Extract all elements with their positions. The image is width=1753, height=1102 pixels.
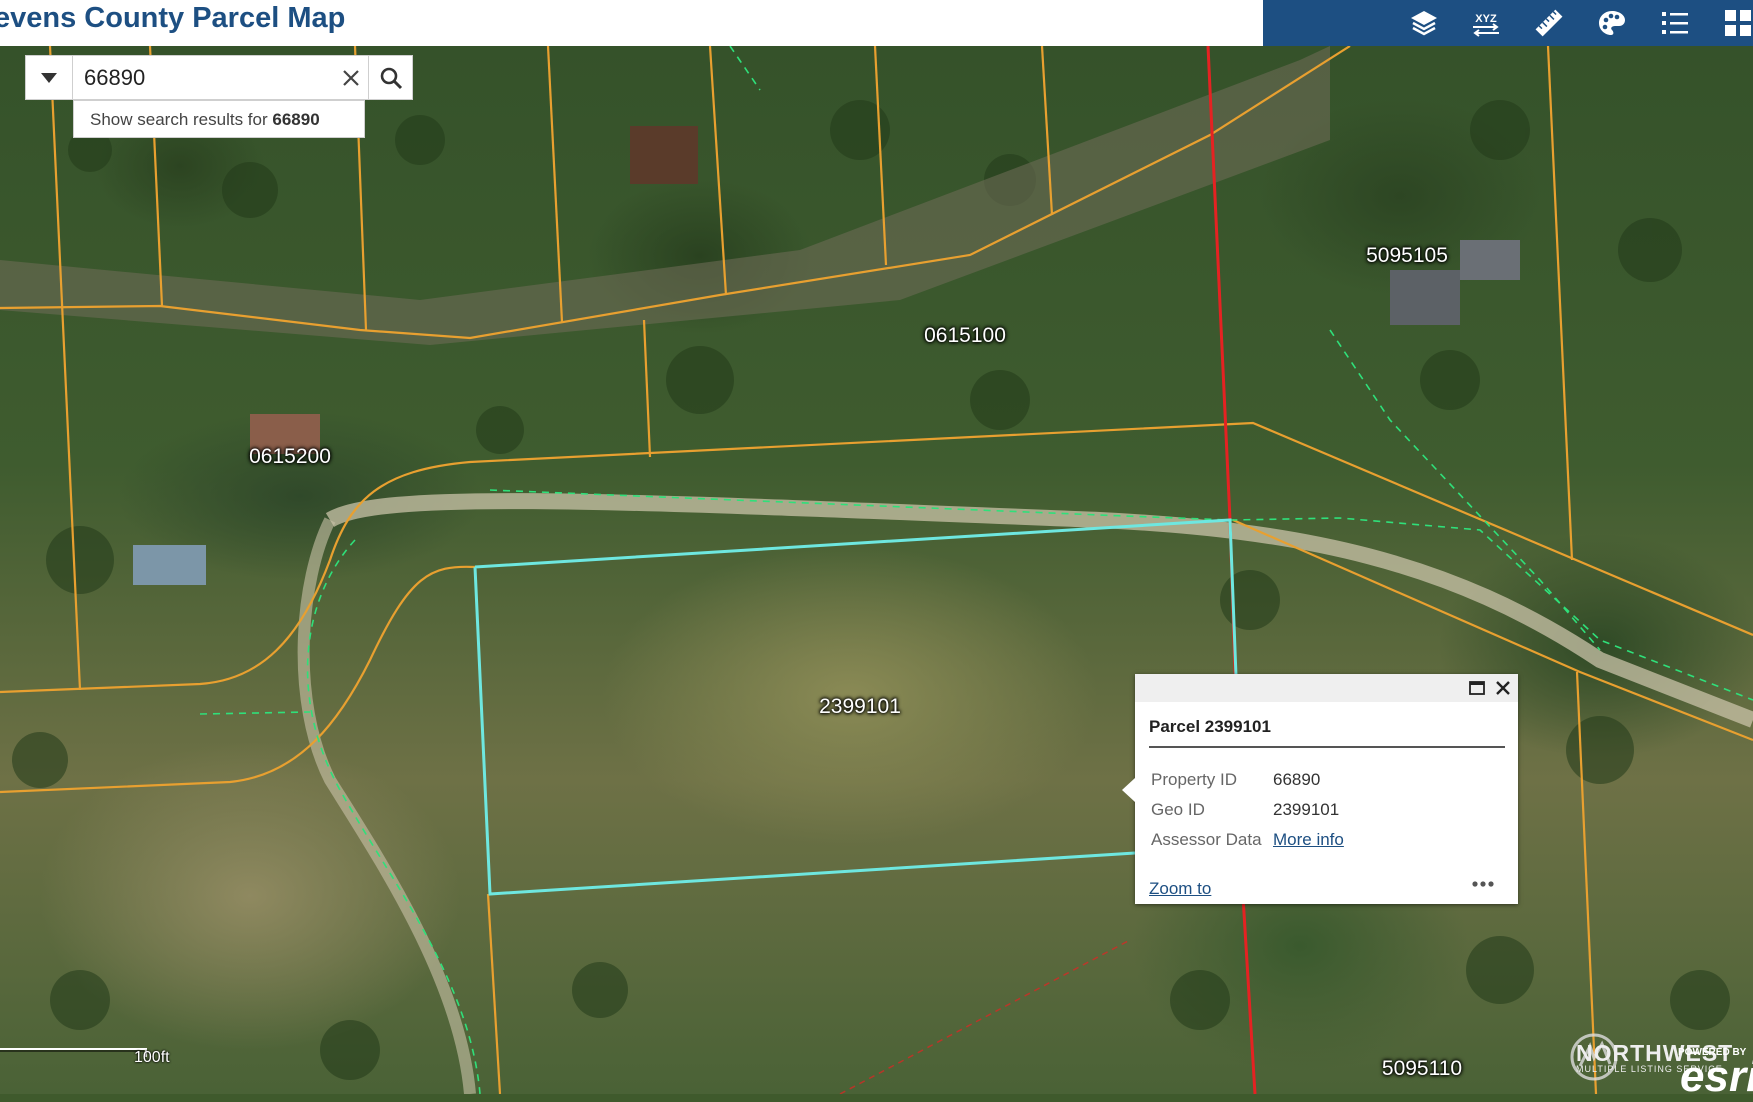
zoom-to-link[interactable]: Zoom to (1149, 879, 1211, 899)
attribute-value: 2399101 (1273, 800, 1340, 819)
suggestion-prefix: Show search results for (90, 110, 268, 129)
popup-title: Parcel 2399101 (1149, 717, 1271, 736)
attribute-label: Geo ID (1151, 800, 1205, 819)
measure-icon[interactable] (1532, 6, 1566, 40)
coordinate-label: XYZ (1475, 13, 1497, 25)
parcel-label: 0615100 (924, 324, 1006, 347)
caret-down-icon (41, 72, 57, 83)
parcel-popup: Parcel 2399101 Property ID 66890 Geo ID … (1122, 674, 1518, 904)
parcel-label: 5095105 (1366, 244, 1448, 267)
close-icon (343, 69, 359, 86)
layers-icon[interactable] (1407, 6, 1441, 40)
basemap-gallery-icon[interactable] (1595, 6, 1629, 40)
esri-logo: esri (1680, 1052, 1753, 1101)
apps-icon[interactable] (1721, 6, 1753, 40)
suggestion-term: 66890 (272, 110, 320, 129)
popup-divider (1149, 746, 1505, 748)
scale-bar (0, 1048, 147, 1057)
parcel-label: 5095110 (1381, 1057, 1463, 1080)
header-bar: evens County Parcel Map XYZ (0, 0, 1753, 46)
toolbar: XYZ (1263, 0, 1753, 46)
ellipsis-icon (1472, 881, 1494, 887)
coordinate-conversion-icon[interactable]: XYZ (1469, 6, 1503, 40)
clear-search-button[interactable] (336, 56, 366, 99)
attribute-label: Property ID (1151, 770, 1237, 789)
search-suggestion[interactable]: Show search results for 66890 (73, 100, 365, 138)
more-actions-button[interactable] (1465, 874, 1501, 894)
popup-pointer (1122, 778, 1135, 802)
map-overlay (0, 46, 1753, 1094)
search-source-dropdown[interactable] (26, 56, 73, 99)
parcel-label: 0615200 (249, 445, 331, 468)
search-button[interactable] (368, 56, 413, 99)
scale-label: 100ft (134, 1049, 170, 1066)
map-view[interactable]: 0615100 5095105 0615200 2399101 5095110 (0, 46, 1753, 1094)
maximize-icon (1469, 681, 1485, 695)
attribute-label: Assessor Data (1151, 830, 1262, 849)
parcel-label: 2399101 (819, 695, 901, 718)
attribute-value: 66890 (1273, 770, 1321, 789)
close-popup-button[interactable] (1492, 677, 1514, 699)
search-widget (25, 55, 413, 100)
popup-header (1135, 674, 1518, 702)
close-icon (1496, 681, 1510, 695)
search-icon (380, 67, 403, 89)
search-input[interactable] (78, 56, 348, 99)
more-info-link[interactable]: More info (1273, 830, 1344, 850)
maximize-button[interactable] (1468, 679, 1486, 697)
app-title: evens County Parcel Map (0, 2, 346, 34)
legend-icon[interactable] (1658, 6, 1692, 40)
